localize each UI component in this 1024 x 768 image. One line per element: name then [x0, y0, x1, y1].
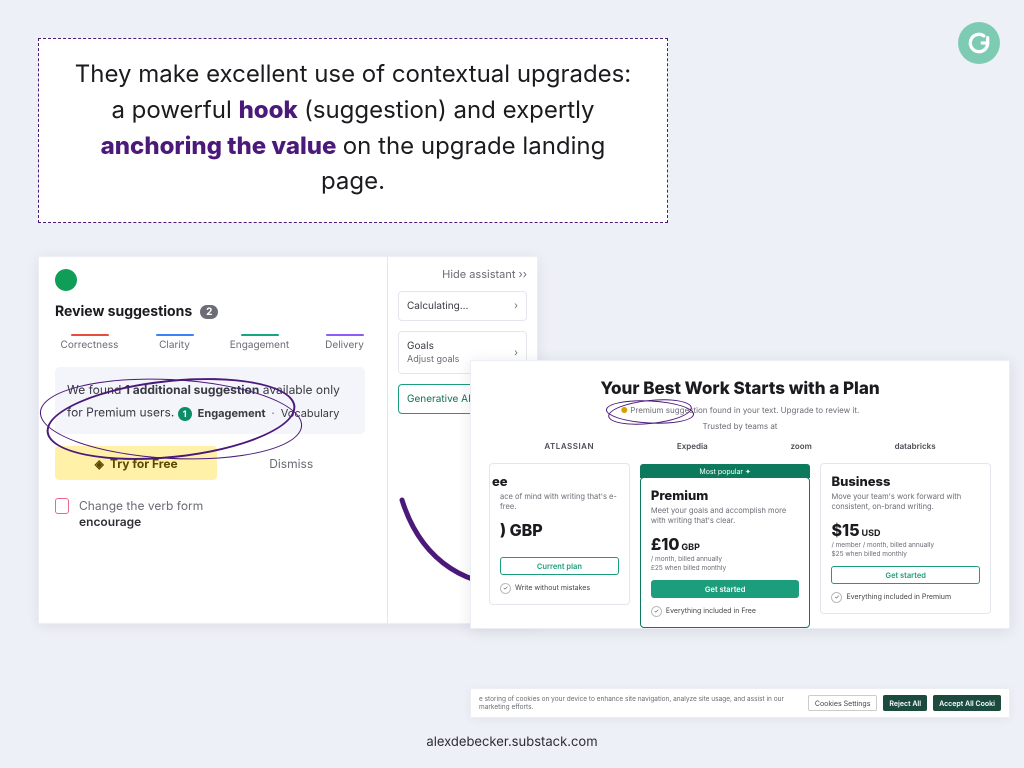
dismiss-button[interactable]: Dismiss	[217, 446, 365, 480]
accept-all-button[interactable]: Accept All Cooki	[933, 695, 1001, 711]
get-started-premium-button[interactable]: Get started	[651, 580, 800, 598]
cookies-settings-button[interactable]: Cookies Settings	[808, 695, 878, 711]
cookie-banner: e storing of cookies on your device to e…	[470, 688, 1010, 718]
headline-hook: hook	[239, 95, 298, 124]
logo-atlassian: ATLASSIAN	[544, 441, 594, 451]
premium-banner: ● Premium suggestion found in your text.…	[489, 405, 991, 415]
screenshot-pricing: Your Best Work Starts with a Plan ● Prem…	[470, 360, 1010, 629]
trusted-label: Trusted by teams at	[489, 421, 991, 431]
tab-correctness[interactable]: Correctness	[47, 328, 132, 357]
tab-engagement[interactable]: Engagement	[217, 328, 302, 357]
premium-promo-box: We found 1 additional suggestion availab…	[55, 367, 365, 434]
try-for-free-button[interactable]: ◈ Try for Free	[55, 446, 217, 480]
hide-assistant-link[interactable]: Hide assistant ››	[398, 267, 527, 281]
tab-clarity[interactable]: Clarity	[132, 328, 217, 357]
suggestion-tabs: Correctness Clarity Engagement Delivery	[47, 328, 387, 357]
tab-delivery[interactable]: Delivery	[302, 328, 387, 357]
get-started-business-button[interactable]: Get started	[831, 566, 980, 584]
logo-zoom: zoom	[790, 441, 811, 451]
reject-all-button[interactable]: Reject All	[883, 695, 927, 711]
chevron-right-icon: ›	[514, 300, 518, 312]
chevron-right-icon: ›	[514, 347, 518, 359]
logo-expedia: Expedia	[677, 441, 708, 451]
pricing-plans: ee ace of mind with writing that's e-fre…	[489, 463, 991, 628]
trusted-logos: ATLASSIAN Expedia zoom databricks	[503, 441, 977, 451]
promo-category-pill: 1 Engagement · Vocabulary	[178, 406, 340, 422]
grammarly-logo-icon	[958, 22, 1000, 64]
plan-feature: Write without mistakes	[500, 583, 619, 594]
pricing-title: Your Best Work Starts with a Plan	[489, 379, 991, 399]
plan-feature: Everything included in Free	[651, 606, 800, 617]
suggestion-count-badge: 2	[200, 305, 218, 319]
logo-databricks: databricks	[895, 441, 936, 451]
grammarly-mini-icon	[55, 269, 77, 291]
pill-number: 1	[178, 407, 192, 421]
diamond-icon: ◈	[95, 456, 104, 471]
headline-card: They make excellent use of contextual up…	[38, 38, 668, 223]
shield-icon	[55, 498, 69, 514]
plan-premium: Most popular ✦ Premium Meet your goals a…	[640, 477, 811, 628]
calculating-box[interactable]: Calculating... ›	[398, 291, 527, 321]
most-popular-badge: Most popular ✦	[640, 464, 811, 478]
plan-feature: Everything included in Premium	[831, 592, 980, 603]
headline-anchor: anchoring the value	[101, 131, 337, 160]
footer-credit: alexdebecker.substack.com	[0, 734, 1024, 750]
current-plan-button[interactable]: Current plan	[500, 557, 619, 575]
plan-free: ee ace of mind with writing that's e-fre…	[489, 463, 630, 605]
plan-business: Business Move your team's work forward w…	[820, 463, 991, 614]
